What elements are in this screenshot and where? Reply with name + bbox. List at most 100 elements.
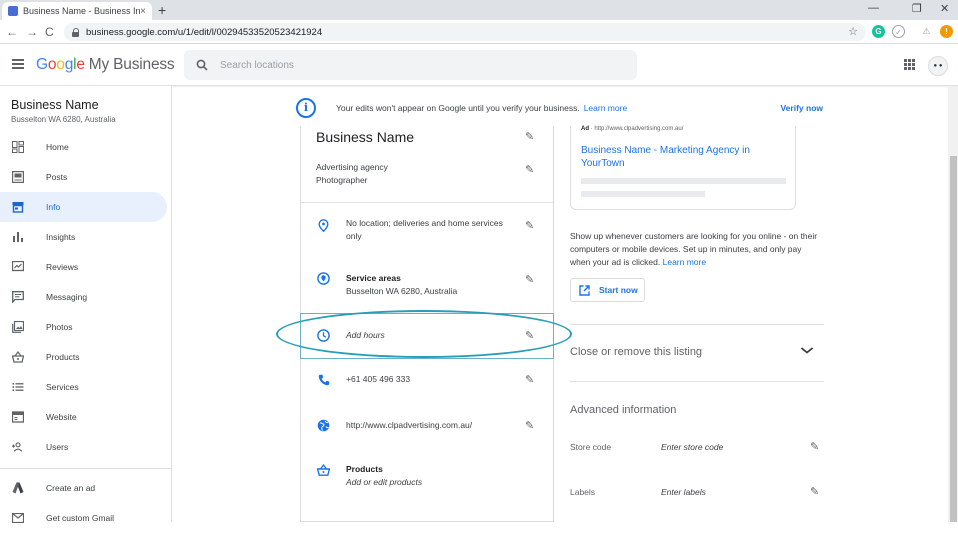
start-now-label: Start now bbox=[599, 285, 638, 295]
scrollbar-thumb[interactable] bbox=[950, 156, 957, 522]
extension-icon[interactable]: ⚠ bbox=[920, 25, 933, 38]
sidebar-divider bbox=[0, 468, 172, 469]
address-bar[interactable]: business.google.com/u/1/edit/l/002945335… bbox=[64, 23, 866, 41]
service-area-icon bbox=[317, 272, 330, 285]
sidebar-item-services[interactable]: Services bbox=[0, 372, 167, 402]
google-my-business-logo[interactable]: Google My Business bbox=[36, 56, 175, 74]
hours-row[interactable]: Add hours ✎ bbox=[301, 313, 553, 359]
sidebar-item-label: Posts bbox=[46, 172, 68, 182]
location-row[interactable]: No location; deliveries and home service… bbox=[301, 202, 553, 259]
website-row[interactable]: http://www.clpadvertising.com.au/ ✎ bbox=[301, 405, 553, 451]
business-name-row[interactable]: Business Name ✎ bbox=[301, 126, 553, 152]
alert-extension-icon[interactable]: ! bbox=[940, 25, 953, 38]
edit-pencil-icon[interactable]: ✎ bbox=[525, 329, 537, 342]
open-external-icon bbox=[579, 284, 590, 296]
ad-title[interactable]: Business Name - Marketing Agency in Your… bbox=[581, 144, 781, 170]
edit-pencil-icon[interactable]: ✎ bbox=[810, 440, 819, 453]
service-areas-value: Busselton WA 6280, Australia bbox=[346, 285, 458, 296]
edit-pencil-icon[interactable]: ✎ bbox=[525, 163, 537, 176]
sidebar-business-address: Busselton WA 6280, Australia bbox=[11, 115, 116, 124]
sidebar-item-label: Create an ad bbox=[46, 483, 96, 493]
browser-toolbar: ← → C business.google.com/u/1/edit/l/002… bbox=[0, 20, 958, 44]
sidebar-nav: Home Posts Info Insights Reviews Messagi… bbox=[0, 132, 172, 533]
edit-pencil-icon[interactable]: ✎ bbox=[525, 273, 537, 286]
verify-now-button[interactable]: Verify now bbox=[780, 103, 823, 113]
sidebar-item-photos[interactable]: Photos bbox=[0, 312, 167, 342]
sidebar-item-reviews[interactable]: Reviews bbox=[0, 252, 167, 282]
search-icon bbox=[196, 59, 208, 71]
clock-icon bbox=[317, 329, 330, 342]
reviews-icon bbox=[12, 261, 24, 273]
service-areas-row[interactable]: Service areas Busselton WA 6280, Austral… bbox=[301, 259, 553, 313]
app-header: GoogleMy Business ● ● bbox=[0, 44, 958, 86]
sidebar-item-label: Products bbox=[46, 352, 80, 362]
edit-pencil-icon[interactable]: ✎ bbox=[525, 419, 537, 432]
start-now-button[interactable]: Start now bbox=[570, 278, 645, 302]
products-text: Products Add or edit products bbox=[346, 463, 516, 488]
maximize-icon[interactable]: ❐ bbox=[912, 2, 922, 15]
section-divider bbox=[570, 324, 824, 325]
labels-field[interactable]: Enter labels bbox=[661, 487, 706, 497]
sidebar-item-home[interactable]: Home bbox=[0, 132, 167, 162]
search-locations-box[interactable] bbox=[184, 50, 637, 80]
mail-icon bbox=[12, 512, 24, 524]
sidebar-item-custom-gmail[interactable]: Get custom Gmail bbox=[0, 503, 167, 533]
message-icon bbox=[12, 291, 24, 303]
sidebar-item-create-ad[interactable]: Create an ad bbox=[0, 473, 167, 503]
menu-icon[interactable] bbox=[12, 59, 24, 69]
products-row[interactable]: Products Add or edit products bbox=[301, 451, 553, 501]
chevron-down-icon[interactable] bbox=[800, 345, 814, 357]
website-value: http://www.clpadvertising.com.au/ bbox=[346, 420, 473, 430]
reload-icon[interactable]: C bbox=[45, 24, 54, 40]
minimize-icon[interactable]: — bbox=[868, 2, 879, 14]
sidebar-item-info[interactable]: Info bbox=[0, 192, 167, 222]
ad-preview-card: Ad · http://www.clpadvertising.com.au/ B… bbox=[570, 126, 796, 210]
sidebar-item-insights[interactable]: Insights bbox=[0, 222, 167, 252]
back-icon[interactable]: ← bbox=[6, 24, 18, 40]
dashboard-icon bbox=[12, 141, 24, 153]
edit-pencil-icon[interactable]: ✎ bbox=[525, 373, 537, 386]
edit-pencil-icon[interactable]: ✎ bbox=[810, 485, 819, 498]
sidebar-business-name: Business Name bbox=[11, 98, 99, 112]
verify-banner: i Your edits won't appear on Google unti… bbox=[290, 90, 834, 126]
products-value: Add or edit products bbox=[346, 476, 423, 487]
verify-message: Your edits won't appear on Google until … bbox=[336, 103, 580, 113]
storefront-icon bbox=[12, 201, 24, 213]
learn-more-link[interactable]: Learn more bbox=[584, 103, 627, 113]
sidebar-item-users[interactable]: Users bbox=[0, 432, 167, 462]
close-listing-toggle[interactable]: Close or remove this listing bbox=[570, 346, 702, 358]
promo-learn-more-link[interactable]: Learn more bbox=[663, 257, 706, 267]
sidebar-item-messaging[interactable]: Messaging bbox=[0, 282, 167, 312]
sidebar-item-website[interactable]: Website bbox=[0, 402, 167, 432]
forward-icon[interactable]: → bbox=[26, 24, 38, 40]
search-input[interactable] bbox=[220, 59, 600, 71]
sidebar-item-label: Photos bbox=[46, 322, 73, 332]
browser-tab[interactable]: Business Name - Business Info × bbox=[2, 2, 152, 20]
phone-row[interactable]: +61 405 496 333 ✎ bbox=[301, 359, 553, 405]
close-window-icon[interactable]: ✕ bbox=[940, 2, 949, 15]
new-tab-button[interactable]: + bbox=[158, 2, 166, 18]
shield-extension-icon[interactable]: ✓ bbox=[892, 25, 905, 38]
apps-grid-icon[interactable] bbox=[904, 59, 915, 70]
photos-icon bbox=[12, 321, 24, 333]
bookmark-star-icon[interactable]: ☆ bbox=[848, 25, 858, 38]
sidebar-item-posts[interactable]: Posts bbox=[0, 162, 167, 192]
edit-pencil-icon[interactable]: ✎ bbox=[525, 130, 537, 143]
store-code-field[interactable]: Enter store code bbox=[661, 442, 723, 452]
edit-pencil-icon[interactable]: ✎ bbox=[525, 219, 537, 232]
ad-badge: Ad bbox=[581, 126, 589, 132]
business-name-value: Business Name bbox=[316, 129, 415, 145]
list-icon bbox=[12, 381, 24, 393]
ads-promo-text: Show up whenever customers are looking f… bbox=[570, 230, 820, 269]
sidebar-item-label: Messaging bbox=[46, 292, 88, 302]
categories-row[interactable]: Advertising agency Photographer ✎ bbox=[301, 156, 553, 206]
grammarly-extension-icon[interactable]: G bbox=[872, 25, 885, 38]
avatar[interactable]: ● ● bbox=[928, 56, 948, 76]
sidebar-item-products[interactable]: Products bbox=[0, 342, 167, 372]
basket-icon bbox=[12, 351, 24, 363]
section-divider bbox=[570, 381, 824, 382]
tab-close-icon[interactable]: × bbox=[140, 6, 146, 17]
bar-chart-icon bbox=[12, 231, 24, 243]
posts-icon bbox=[12, 171, 24, 183]
lock-icon bbox=[72, 27, 80, 37]
